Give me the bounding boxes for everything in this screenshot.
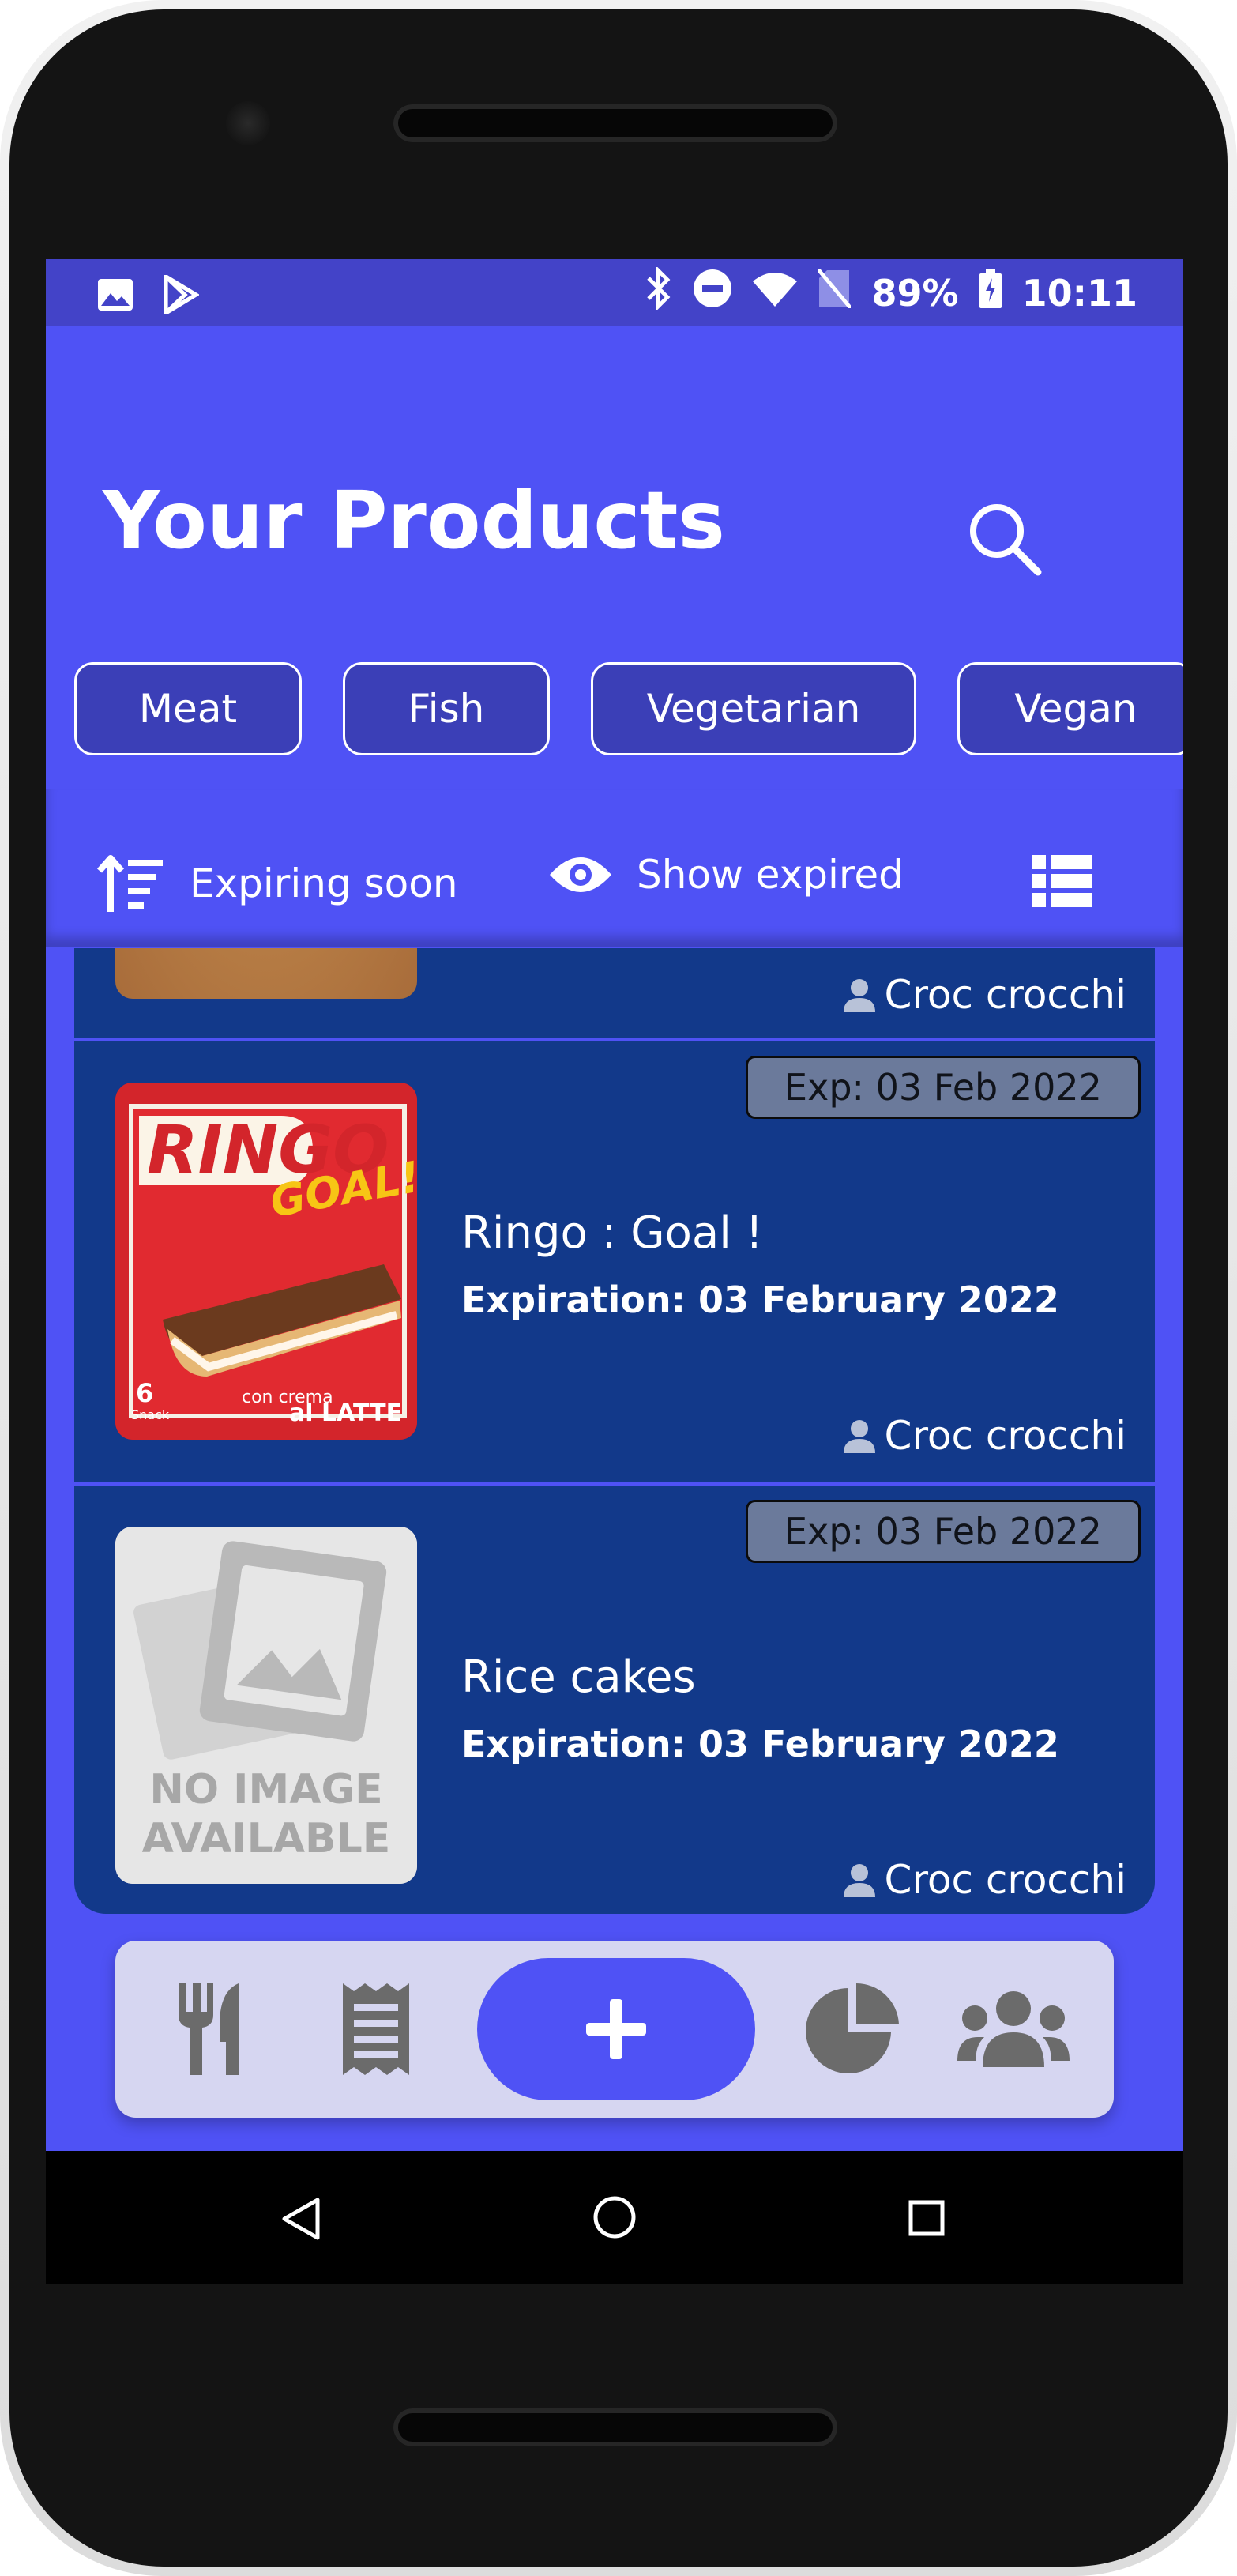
back-icon [282,2198,320,2240]
product-owner: Croc crocchi [842,1857,1126,1903]
product-card[interactable]: Exp: 03 Feb 2022 RINGO GOAL! con crema a… [74,1041,1155,1481]
back-button[interactable] [281,2197,321,2244]
bottom-navigation [115,1941,1114,2118]
product-thumbnail [115,948,417,999]
recents-button[interactable] [908,2200,945,2239]
person-icon [843,1864,875,1897]
page-title: Your Products [103,474,725,567]
battery-icon [979,269,1002,317]
product-thumbnail: RINGO GOAL! con crema al LATTE 6 Snack [115,1083,417,1440]
svg-text:al LATTE: al LATTE [289,1399,402,1427]
receipt-icon [343,1983,409,2075]
add-product-button[interactable] [477,1958,755,2100]
product-list[interactable]: Croc crocchi Exp: 03 Feb 2022 RINGO GOAL… [74,948,1155,1914]
battery-percent: 89% [871,271,959,314]
owner-name: Croc crocchi [884,1413,1126,1459]
svg-text:Snack: Snack [131,1407,170,1422]
chip-vegan[interactable]: Vegan [957,662,1183,755]
product-owner: Croc crocchi [842,972,1126,1018]
clock: 10:11 [1021,271,1137,314]
system-navigation-bar [46,2151,1183,2284]
product-name: Ringo : Goal ! [461,1207,764,1259]
nav-receipts[interactable] [343,1983,409,2078]
product-name: Rice cakes [461,1651,696,1703]
search-button[interactable] [962,496,1049,583]
group-icon [957,1991,1070,2067]
play-store-icon [163,273,201,318]
wifi-icon [753,270,798,315]
list-view-icon [1032,855,1092,907]
svg-text:NO IMAGE: NO IMAGE [149,1766,382,1813]
top-speaker [393,104,837,142]
svg-text:AVAILABLE: AVAILABLE [142,1815,391,1862]
expiry-badge: Exp: 03 Feb 2022 [746,1500,1141,1563]
nav-statistics[interactable] [804,1983,899,2078]
status-bar: 89% 10:11 [46,259,1183,326]
owner-name: Croc crocchi [884,972,1126,1018]
person-icon [843,979,875,1012]
recents-icon [908,2200,945,2236]
search-icon [970,504,1042,576]
product-card[interactable]: Exp: 03 Feb 2022 NO IMAGE AVAILABLE Rice… [74,1486,1155,1914]
show-expired-toggle[interactable]: Show expired [548,852,904,898]
app-screen: 89% 10:11 Your Products Meat Fish Vegeta… [46,259,1183,2284]
image-icon [96,277,134,315]
show-expired-label: Show expired [637,852,904,898]
list-view-button[interactable] [1032,855,1092,910]
owner-name: Croc crocchi [884,1857,1126,1903]
chip-vegetarian[interactable]: Vegetarian [591,662,916,755]
product-expiration: Expiration: 03 February 2022 [461,1279,1059,1321]
svg-text:6: 6 [136,1378,153,1408]
no-image-placeholder: NO IMAGE AVAILABLE [115,1527,417,1884]
home-button[interactable] [592,2195,637,2243]
chip-meat[interactable]: Meat [74,662,302,755]
nav-products[interactable] [175,1983,251,2078]
eye-icon [550,857,611,892]
expiry-badge: Exp: 03 Feb 2022 [746,1056,1141,1119]
product-expiration: Expiration: 03 February 2022 [461,1723,1059,1765]
no-sim-icon [816,267,853,317]
nav-group[interactable] [957,1988,1070,2070]
plus-icon [586,1999,646,2059]
sort-label: Expiring soon [190,861,458,906]
bottom-speaker [393,2408,837,2446]
cutlery-icon [179,1983,239,2075]
sort-icon [96,855,163,912]
chip-fish[interactable]: Fish [343,662,550,755]
sort-button[interactable]: Expiring soon [96,852,458,915]
do-not-disturb-icon [693,269,732,317]
home-icon [593,2196,636,2239]
pie-chart-icon [806,1983,899,2073]
product-owner: Croc crocchi [842,1413,1126,1459]
phone-frame: 89% 10:11 Your Products Meat Fish Vegeta… [0,0,1237,2576]
person-icon [843,1420,875,1453]
product-card-partial[interactable]: Croc crocchi [74,948,1155,1040]
front-camera [226,101,270,145]
bluetooth-icon [645,266,672,318]
category-chips: Meat Fish Vegetarian Vegan [74,662,1183,760]
